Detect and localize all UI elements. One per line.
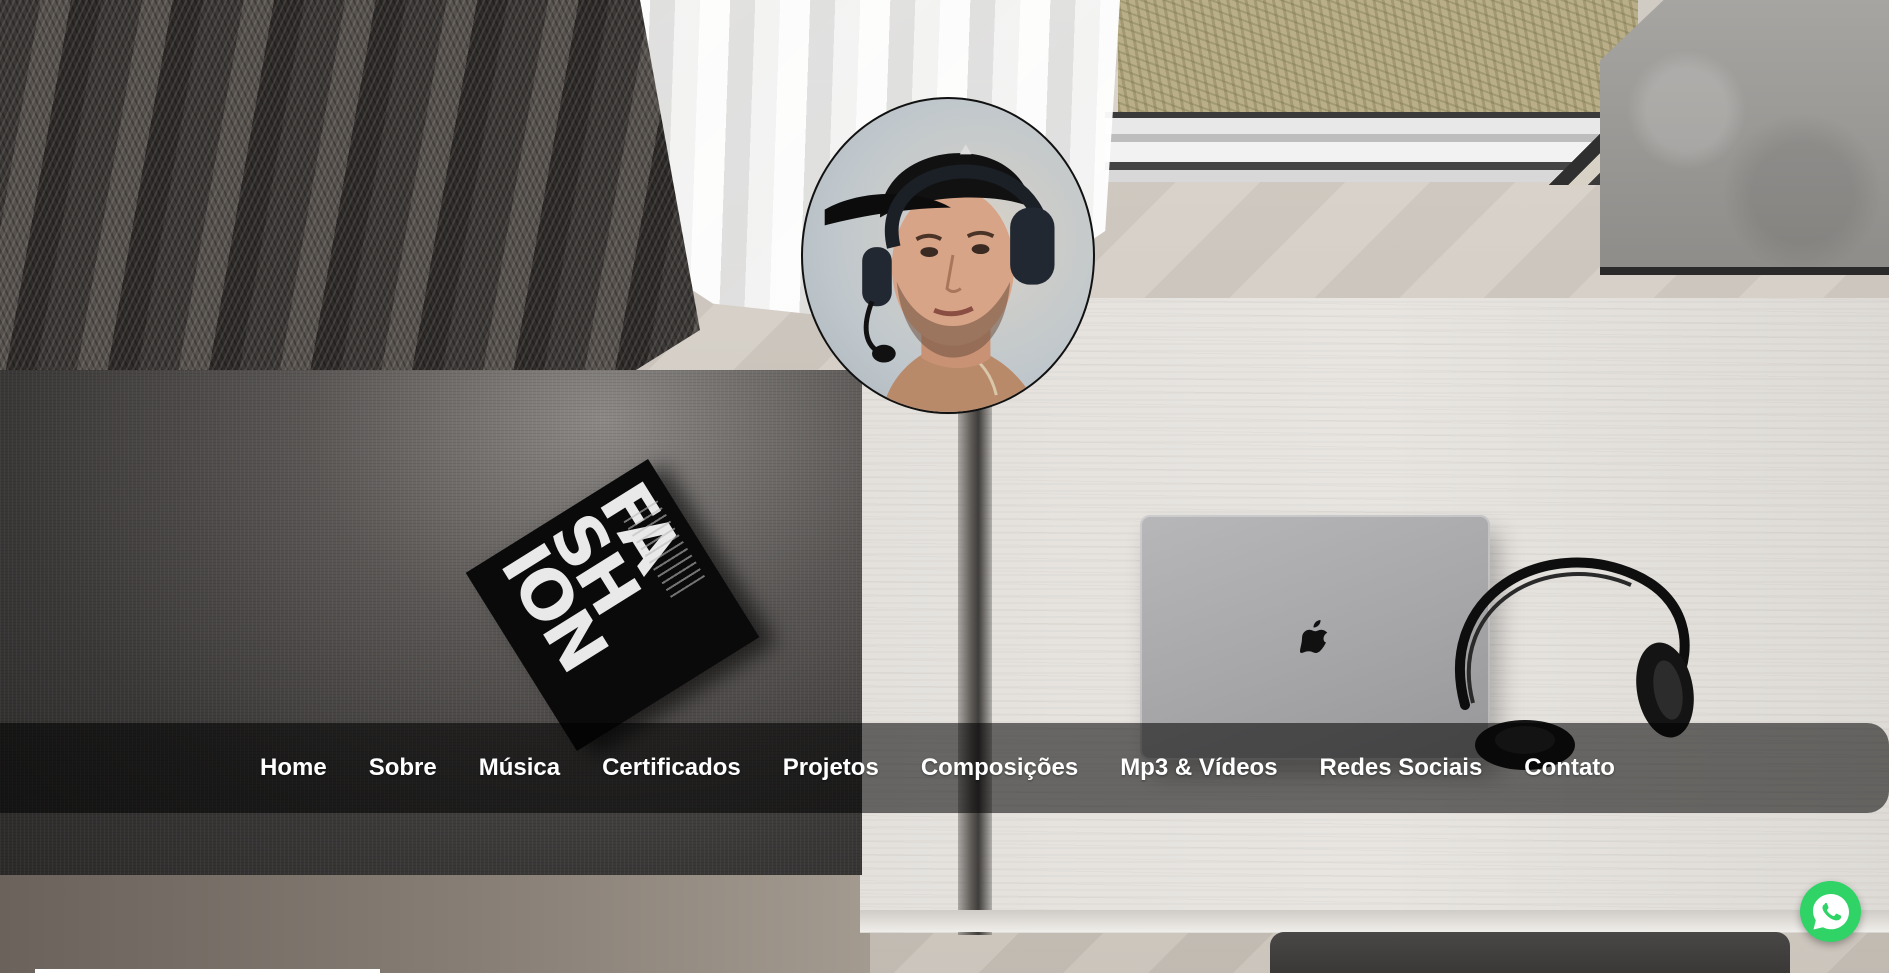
nav-link-projetos[interactable]: Projetos [783, 754, 879, 782]
nav-link-certificados[interactable]: Certificados [602, 754, 741, 782]
nav-link-contato[interactable]: Contato [1524, 754, 1615, 782]
nav-link-sobre[interactable]: Sobre [369, 754, 437, 782]
nav-link-composicoes[interactable]: Composições [921, 754, 1078, 782]
profile-photo-icon [824, 144, 1055, 412]
main-navigation: Home Sobre Música Certificados Projetos … [0, 723, 1889, 813]
sofa-edge [1270, 932, 1790, 973]
whatsapp-icon [1812, 893, 1849, 929]
desk-divider [958, 340, 992, 935]
desk-edge [860, 910, 1889, 932]
nav-link-musica[interactable]: Música [479, 754, 560, 782]
floor-shadow [0, 870, 870, 973]
nav-link-home[interactable]: Home [260, 754, 327, 782]
profile-avatar [801, 97, 1095, 414]
heavy-curtain [0, 0, 700, 380]
bottom-divider [35, 969, 380, 973]
apple-logo-icon [1300, 619, 1328, 653]
nav-link-redes-sociais[interactable]: Redes Sociais [1320, 754, 1483, 782]
whatsapp-button[interactable] [1800, 881, 1861, 942]
nav-link-mp3-videos[interactable]: Mp3 & Vídeos [1120, 754, 1277, 782]
concrete-block [1600, 0, 1889, 275]
